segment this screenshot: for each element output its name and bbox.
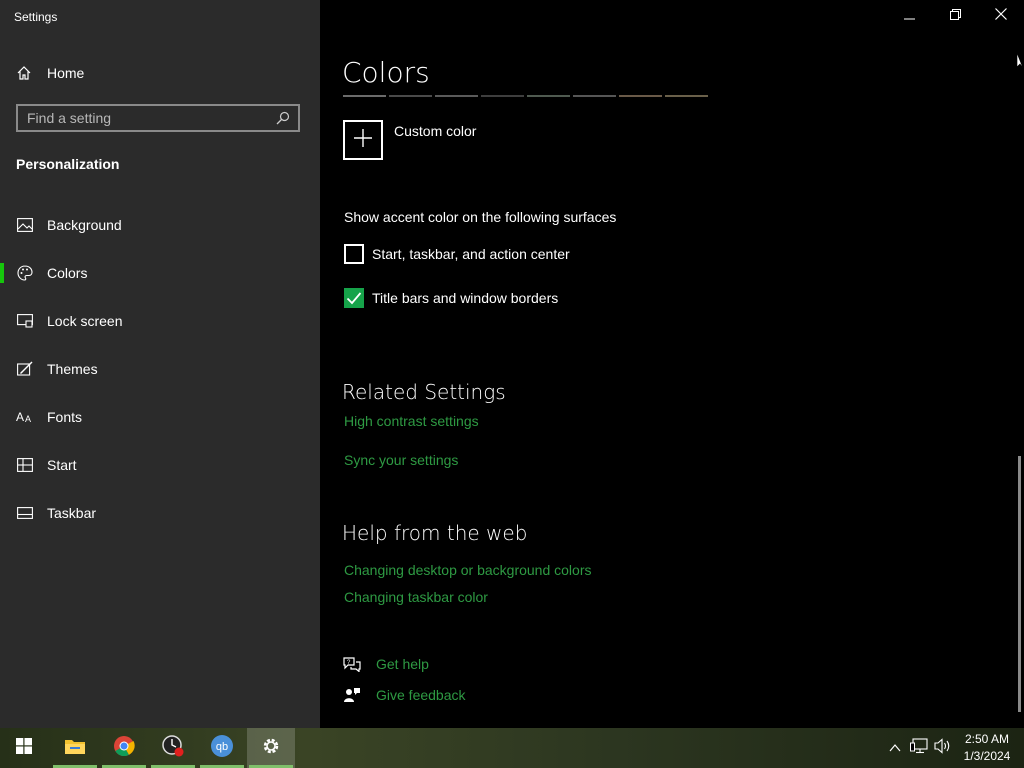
sidebar-item-start[interactable]: Start [0, 445, 320, 485]
color-swatch[interactable] [481, 95, 524, 97]
qbittorrent-button[interactable]: qb [198, 728, 246, 768]
show-hidden-icons-button[interactable] [884, 728, 906, 768]
plus-icon [354, 128, 372, 152]
taskbar-clock[interactable]: 2:50 AM 1/3/2024 [956, 731, 1018, 765]
fonts-icon: AA [16, 408, 34, 426]
color-swatch[interactable] [665, 95, 708, 97]
chrome-button[interactable] [100, 728, 148, 768]
themes-icon [16, 360, 34, 378]
network-icon [910, 737, 928, 759]
sidebar-item-label: Background [47, 217, 122, 233]
settings-button[interactable] [247, 728, 295, 768]
background-icon [16, 216, 34, 234]
search-box[interactable] [16, 104, 300, 132]
help-web-heading: Help from the web [342, 521, 528, 545]
checkbox-label: Title bars and window borders [372, 290, 559, 306]
file-explorer-icon [64, 737, 86, 760]
home-label: Home [47, 65, 85, 81]
svg-text:qb: qb [216, 741, 228, 753]
custom-color-button[interactable] [343, 120, 383, 160]
windows-logo-icon [16, 737, 32, 759]
sidebar-item-background[interactable]: Background [0, 205, 320, 245]
file-explorer-button[interactable] [51, 728, 99, 768]
svg-text:A: A [16, 410, 24, 424]
checkbox-start-taskbar[interactable]: Start, taskbar, and action center [344, 244, 570, 264]
accent-surfaces-heading: Show accent color on the following surfa… [344, 209, 617, 225]
sidebar-item-lock-screen[interactable]: Lock screen [0, 301, 320, 341]
checkbox-unchecked[interactable] [344, 244, 364, 264]
minimize-button[interactable] [886, 0, 932, 32]
sidebar-item-themes[interactable]: Themes [0, 349, 320, 389]
volume-icon [934, 737, 952, 759]
high-contrast-link[interactable]: High contrast settings [344, 413, 479, 429]
clock-time: 2:50 AM [964, 732, 1010, 746]
volume-button[interactable] [931, 728, 955, 768]
clock-app-button[interactable] [149, 728, 197, 768]
scrollbar-thumb[interactable] [1018, 456, 1021, 712]
start-icon [16, 456, 34, 474]
background-colors-help-link[interactable]: Changing desktop or background colors [344, 562, 592, 578]
app-title: Settings [14, 10, 58, 24]
start-button[interactable] [0, 728, 48, 768]
palette-icon [16, 264, 34, 282]
checkbox-label: Start, taskbar, and action center [372, 246, 570, 262]
chevron-up-icon [889, 739, 901, 757]
related-settings-heading: Related Settings [342, 380, 506, 404]
get-help-icon: ? [342, 654, 362, 674]
sidebar-item-label: Themes [47, 361, 98, 377]
qbittorrent-icon: qb [210, 734, 234, 763]
sync-settings-link[interactable]: Sync your settings [344, 452, 458, 468]
clock-date: 1/3/2024 [963, 749, 1011, 763]
color-swatch[interactable] [389, 95, 432, 97]
color-swatch[interactable] [573, 95, 616, 97]
restore-button[interactable] [932, 0, 978, 32]
get-help-link[interactable]: ? Get help [342, 654, 429, 674]
sidebar-item-label: Lock screen [47, 313, 123, 329]
restore-icon [949, 7, 961, 25]
taskbar-icon [16, 504, 34, 522]
page-title: Colors [342, 56, 430, 89]
give-feedback-label: Give feedback [376, 687, 466, 703]
taskbar: qb [0, 728, 1024, 768]
mouse-cursor-icon [1016, 52, 1024, 75]
network-button[interactable] [907, 728, 931, 768]
sidebar: Settings Home Personalization Background… [0, 0, 320, 728]
color-swatch[interactable] [527, 95, 570, 97]
color-swatch[interactable] [343, 95, 386, 97]
clock-app-icon [161, 734, 185, 763]
close-button[interactable] [978, 0, 1024, 32]
home-nav-item[interactable]: Home [16, 62, 84, 84]
color-swatch[interactable] [435, 95, 478, 97]
color-swatch-row[interactable] [343, 95, 711, 97]
section-title: Personalization [16, 156, 120, 172]
color-swatch[interactable] [619, 95, 662, 97]
checkbox-title-bars[interactable]: Title bars and window borders [344, 288, 558, 308]
chrome-icon [113, 735, 135, 762]
sidebar-item-label: Taskbar [47, 505, 97, 521]
sidebar-item-taskbar[interactable]: Taskbar [0, 493, 320, 533]
sidebar-item-fonts[interactable]: AA Fonts [0, 397, 320, 437]
close-icon [995, 7, 1007, 25]
give-feedback-link[interactable]: Give feedback [342, 685, 466, 705]
search-icon[interactable] [273, 108, 293, 128]
sidebar-item-colors[interactable]: Colors [0, 253, 320, 293]
settings-icon [261, 736, 281, 761]
checkmark-icon [346, 292, 362, 305]
sidebar-item-label: Colors [47, 265, 88, 281]
sidebar-item-label: Fonts [47, 409, 83, 425]
feedback-icon [342, 685, 362, 705]
get-help-label: Get help [376, 656, 429, 672]
checkbox-checked[interactable] [344, 288, 364, 308]
custom-color-label[interactable]: Custom color [394, 123, 476, 139]
svg-text:A: A [25, 414, 31, 424]
content-pane: Colors Custom color Show accent color on… [320, 0, 1024, 728]
minimize-icon [903, 7, 915, 25]
lock-screen-icon [16, 312, 34, 330]
taskbar-color-help-link[interactable]: Changing taskbar color [344, 589, 488, 605]
sidebar-item-label: Start [47, 457, 77, 473]
home-icon [16, 65, 32, 81]
search-input[interactable] [18, 109, 273, 127]
